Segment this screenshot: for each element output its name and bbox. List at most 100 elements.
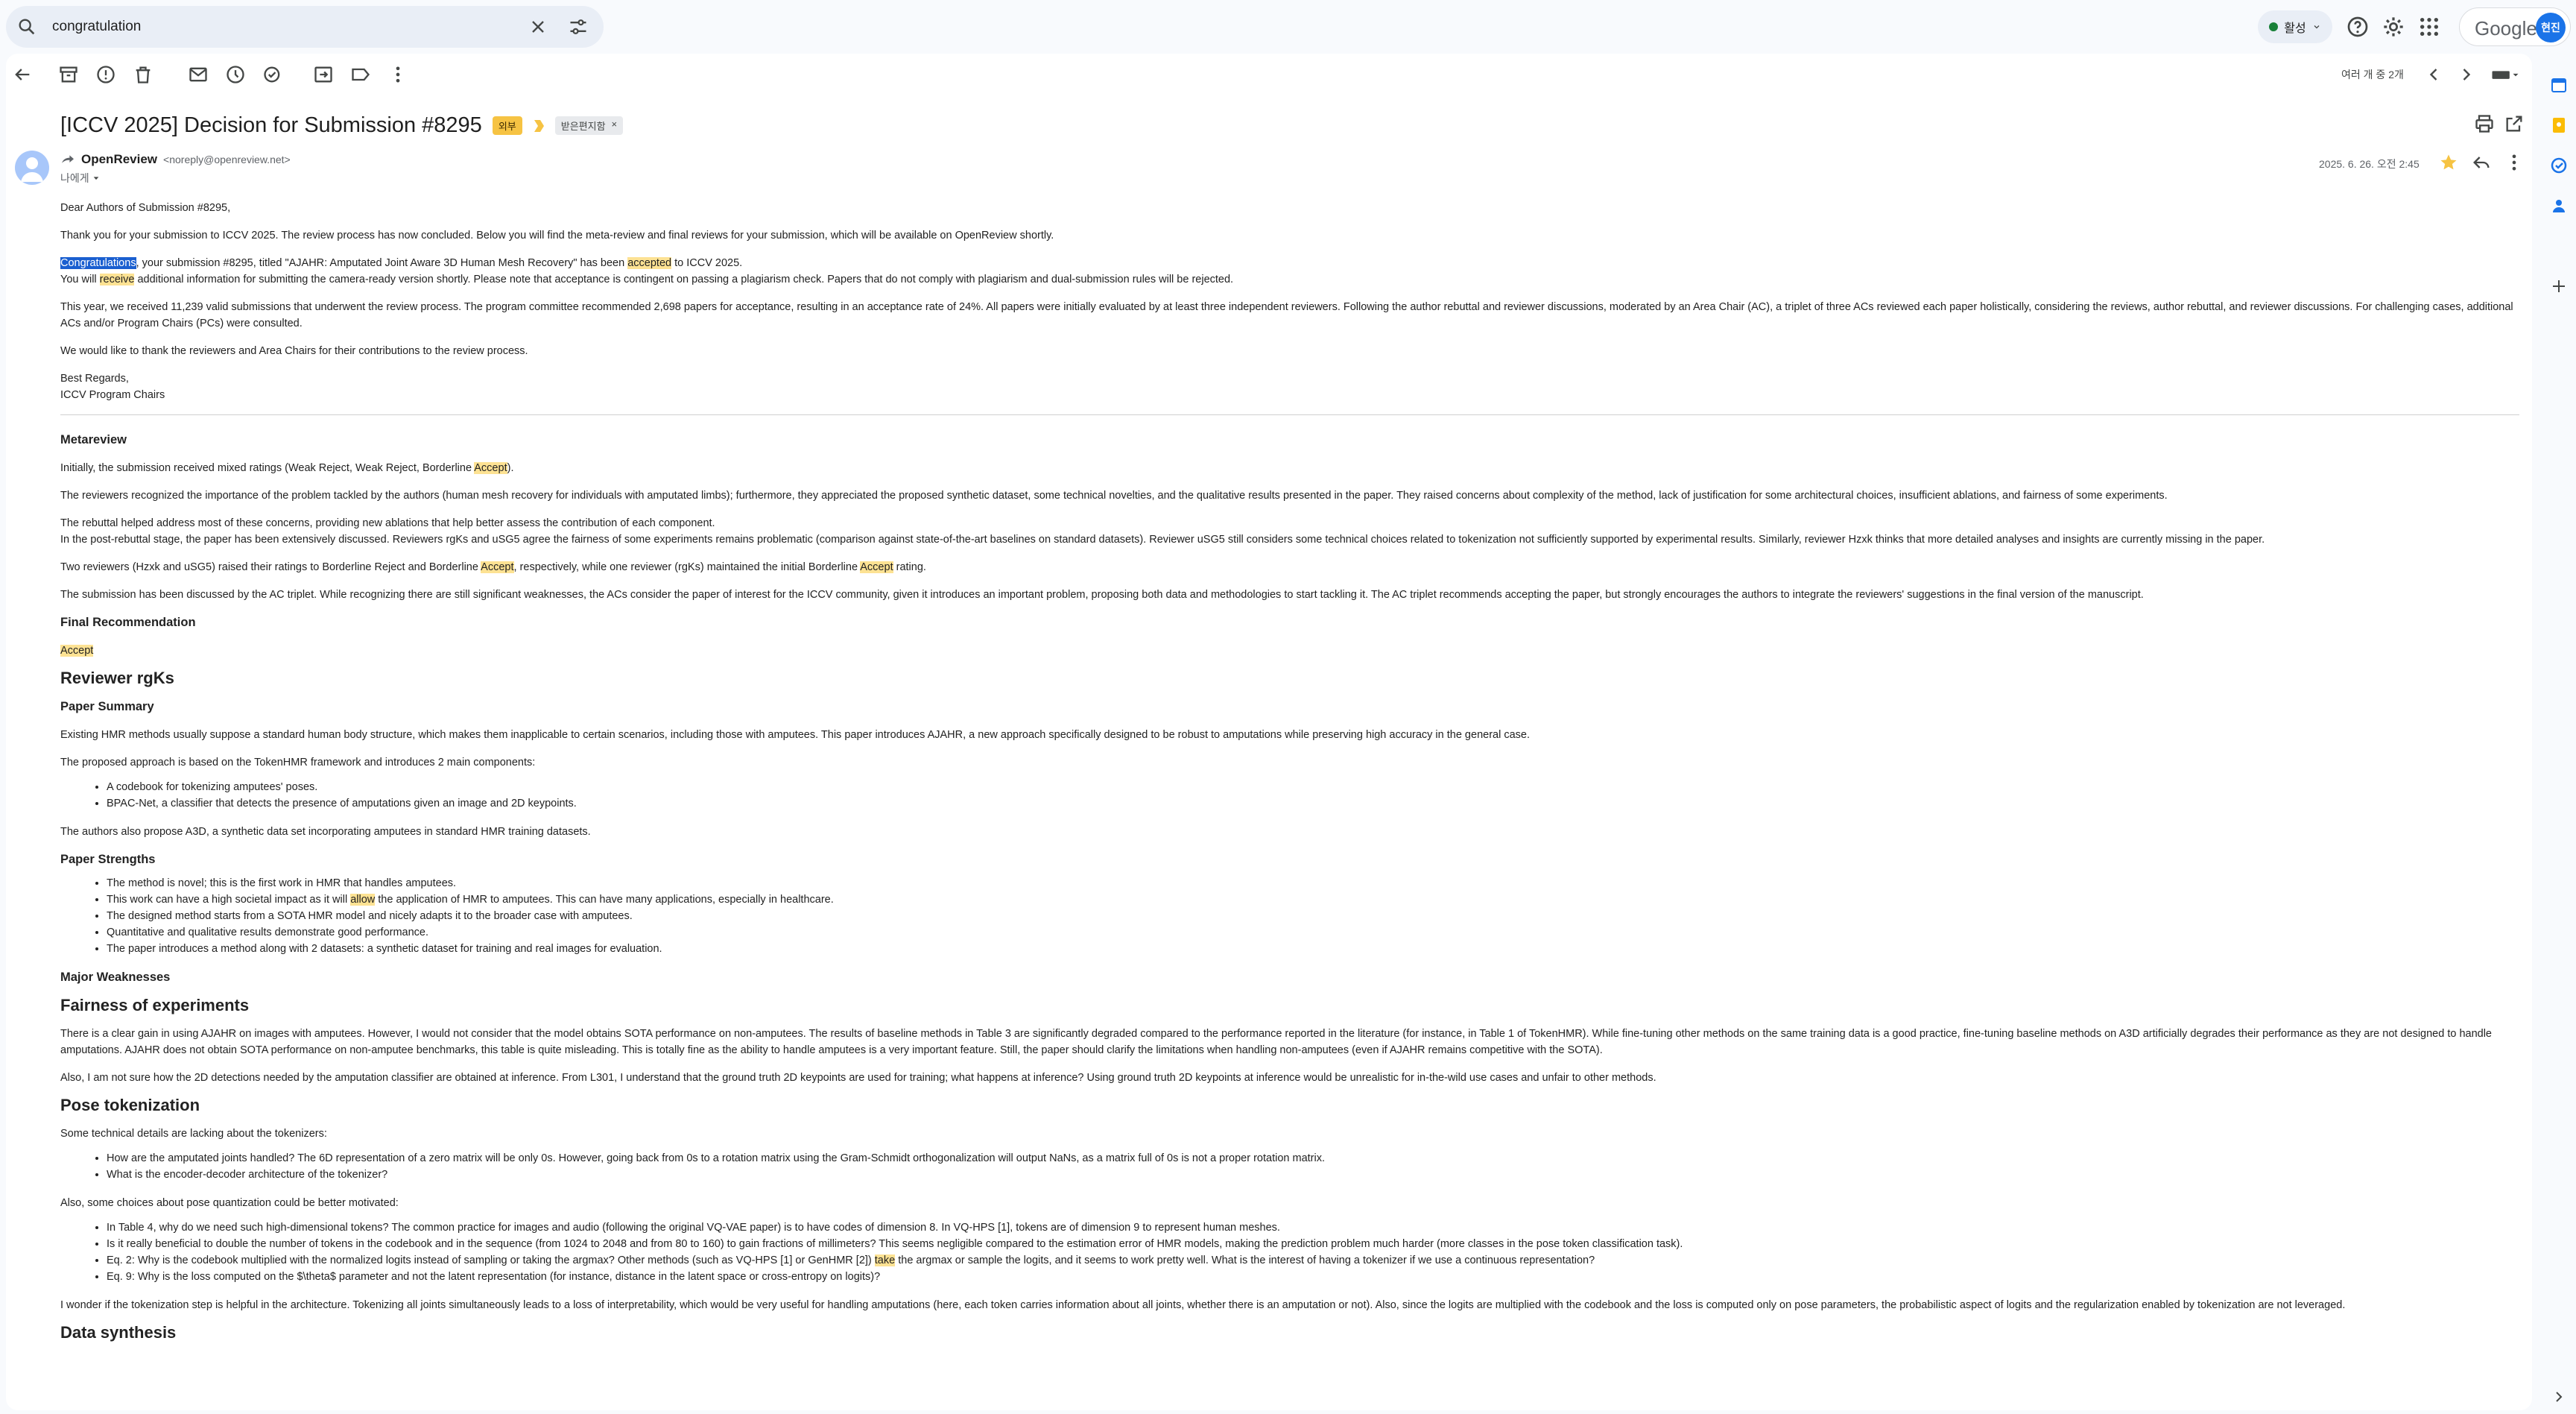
sender-avatar bbox=[15, 151, 49, 185]
bullet-list: How are the amputated joints handled? Th… bbox=[107, 1150, 2519, 1183]
pagination-text: 여러 개 중 2개 bbox=[2341, 69, 2404, 81]
open-in-new-window-icon[interactable] bbox=[2504, 113, 2525, 134]
greeting: Dear Authors of Submission #8295, bbox=[60, 202, 231, 214]
list-item: What is the encoder-decoder architecture… bbox=[107, 1167, 2519, 1183]
settings-gear-icon[interactable] bbox=[2382, 15, 2405, 39]
mark-unread-icon[interactable] bbox=[188, 64, 209, 85]
forwarded-arrow-icon bbox=[62, 155, 74, 163]
metareview-paragraph: Initially, the submission received mixed… bbox=[60, 462, 514, 474]
archive-icon[interactable] bbox=[58, 64, 79, 85]
search-options-icon[interactable] bbox=[568, 16, 589, 37]
default-person-icon bbox=[21, 157, 43, 182]
more-vertical-icon[interactable] bbox=[387, 64, 408, 85]
review-paragraph: Some technical details are lacking about… bbox=[60, 1128, 327, 1140]
subsection-heading: Data synthesis bbox=[60, 1323, 177, 1342]
google-account-button[interactable]: Google 현진 bbox=[2459, 7, 2571, 46]
inbox-label: 받은편지함 × bbox=[554, 116, 624, 135]
list-item: In Table 4, why do we need such high-dim… bbox=[107, 1219, 2519, 1236]
bullet-list: In Table 4, why do we need such high-dim… bbox=[107, 1219, 2519, 1285]
review-paragraph: Also, some choices about pose quantizati… bbox=[60, 1197, 399, 1209]
highlight: Accept bbox=[481, 561, 514, 573]
next-chevron-icon[interactable] bbox=[2456, 64, 2477, 85]
sender-name[interactable]: OpenReview bbox=[81, 152, 157, 167]
thanks-paragraph: We would like to thank the reviewers and… bbox=[60, 345, 528, 357]
clear-search-icon[interactable] bbox=[528, 16, 548, 37]
intro-paragraph: Thank you for your submission to ICCV 20… bbox=[60, 230, 1054, 242]
apps-grid-icon[interactable] bbox=[2417, 15, 2441, 39]
message-toolbar: 여러 개 중 2개 bbox=[6, 54, 2532, 95]
reply-icon[interactable] bbox=[2471, 152, 2492, 173]
status-dot bbox=[2269, 22, 2279, 31]
review-paragraph: The authors also propose A3D, a syntheti… bbox=[60, 826, 591, 838]
message-view: 여러 개 중 2개 [ICCV 2025] Decision for Submi… bbox=[6, 54, 2532, 1410]
add-task-icon[interactable] bbox=[262, 64, 283, 85]
email-body: Dear Authors of Submission #8295, Thank … bbox=[60, 200, 2519, 1353]
print-icon[interactable] bbox=[2474, 113, 2495, 134]
search-icon[interactable] bbox=[16, 16, 37, 37]
status-label: 활성 bbox=[2284, 22, 2306, 35]
report-spam-icon[interactable] bbox=[95, 64, 116, 85]
subsection-heading: Fairness of experiments bbox=[60, 996, 250, 1014]
google-logo: Google bbox=[2475, 17, 2537, 40]
statistics-paragraph: This year, we received 11,239 valid subm… bbox=[60, 301, 2513, 329]
more-actions-icon[interactable] bbox=[2504, 152, 2525, 173]
search-bar[interactable] bbox=[6, 6, 604, 48]
remove-label-button[interactable]: × bbox=[612, 119, 618, 133]
list-item: Is it really beneficial to double the nu… bbox=[107, 1236, 2519, 1252]
help-icon[interactable] bbox=[2346, 15, 2370, 39]
back-arrow-icon[interactable] bbox=[12, 64, 33, 85]
calendar-icon[interactable] bbox=[2550, 76, 2568, 94]
star-icon[interactable] bbox=[2438, 152, 2459, 173]
important-marker-icon[interactable] bbox=[533, 119, 545, 133]
review-paragraph: There is a clear gain in using AJAHR on … bbox=[60, 1028, 2492, 1056]
list-item: Eq. 2: Why is the codebook multiplied wi… bbox=[107, 1252, 2519, 1269]
contacts-icon[interactable] bbox=[2550, 197, 2568, 215]
highlight: take bbox=[874, 1254, 896, 1266]
list-item: BPAC-Net, a classifier that detects the … bbox=[107, 795, 2519, 812]
inbox-label-text: 받은편지함 bbox=[560, 121, 606, 132]
acceptance-paragraph: Congratulations, your submission #8295, … bbox=[60, 257, 743, 269]
input-tools-keyboard-icon[interactable] bbox=[2490, 64, 2520, 85]
highlight: Accept bbox=[474, 462, 507, 474]
list-item: A codebook for tokenizing amputees' pose… bbox=[107, 779, 2519, 795]
list-item: The method is novel; this is the first w… bbox=[107, 875, 2519, 891]
list-item: The designed method starts from a SOTA H… bbox=[107, 908, 2519, 924]
selected-search-term: Congratulations bbox=[60, 257, 136, 269]
list-item: Quantitative and qualitative results dem… bbox=[107, 924, 2519, 941]
signature: Best Regards, ICCV Program Chairs bbox=[60, 373, 165, 401]
divider bbox=[60, 414, 2519, 415]
highlight: accepted bbox=[627, 257, 672, 269]
metareview-paragraph: The rebuttal helped address most of thes… bbox=[60, 517, 2265, 546]
previous-chevron-icon[interactable] bbox=[2423, 64, 2444, 85]
final-recommendation: Accept bbox=[60, 643, 2519, 659]
snooze-clock-icon[interactable] bbox=[225, 64, 246, 85]
account-avatar[interactable]: 현진 bbox=[2536, 13, 2566, 42]
section-heading: Final Recommendation bbox=[60, 616, 196, 629]
add-addon-icon[interactable] bbox=[2550, 277, 2568, 295]
camera-ready-paragraph: You will receive additional information … bbox=[60, 274, 1234, 285]
recipient-label: 나에게 bbox=[60, 172, 89, 184]
recipient-details-toggle[interactable]: 나에게 bbox=[60, 171, 100, 186]
chevron-right-icon[interactable] bbox=[2550, 1388, 2568, 1406]
section-heading: Major Weaknesses bbox=[60, 970, 171, 984]
review-paragraph: I wonder if the tokenization step is hel… bbox=[60, 1299, 2346, 1311]
label-icon[interactable] bbox=[350, 64, 371, 85]
highlight: receive bbox=[99, 274, 135, 285]
list-item: This work can have a high societal impac… bbox=[107, 891, 2519, 908]
keep-icon[interactable] bbox=[2550, 116, 2568, 134]
move-to-icon[interactable] bbox=[313, 64, 334, 85]
metareview-paragraph: Two reviewers (Hzxk and uSG5) raised the… bbox=[60, 561, 926, 573]
search-input[interactable] bbox=[52, 13, 499, 40]
sender-email: <noreply@openreview.net> bbox=[163, 154, 291, 165]
review-paragraph: The proposed approach is based on the To… bbox=[60, 757, 536, 768]
section-heading: Paper Summary bbox=[60, 700, 154, 713]
tasks-icon[interactable] bbox=[2550, 157, 2568, 174]
chevron-down-icon bbox=[2314, 25, 2320, 29]
status-selector[interactable]: 활성 bbox=[2258, 10, 2332, 43]
delete-trash-icon[interactable] bbox=[133, 64, 154, 85]
email-subject: [ICCV 2025] Decision for Submission #829… bbox=[60, 113, 482, 137]
highlight: allow bbox=[350, 894, 376, 906]
highlight: Accept bbox=[860, 561, 893, 573]
bullet-list: A codebook for tokenizing amputees' pose… bbox=[107, 779, 2519, 812]
highlight: Accept bbox=[60, 645, 94, 657]
